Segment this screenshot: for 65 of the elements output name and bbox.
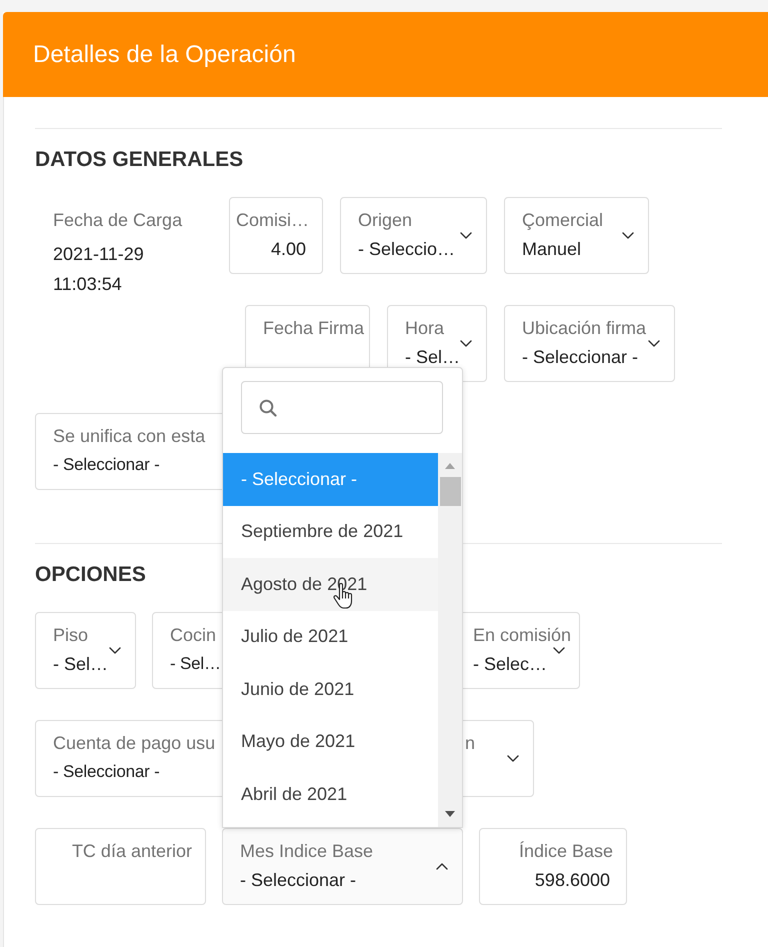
field-value: - Selec… bbox=[473, 653, 548, 675]
field-label: Origen bbox=[358, 209, 412, 231]
dropdown-option[interactable]: Abril de 2021 bbox=[223, 768, 438, 820]
field-value: - Seleccio… bbox=[358, 238, 456, 260]
arrow-down-icon bbox=[445, 811, 455, 817]
field-value: - Seleccionar - bbox=[53, 761, 160, 783]
arrow-up-icon bbox=[445, 463, 455, 469]
field-label: Comisi… bbox=[236, 209, 309, 231]
select-field[interactable]: Se unifica con esta - Seleccionar - bbox=[35, 413, 223, 490]
select-field[interactable]: Mes Indice Base - Seleccionar - bbox=[222, 828, 463, 905]
field-label: Se unifica con esta bbox=[53, 425, 206, 447]
dropdown-option[interactable]: Agosto de 2021 bbox=[223, 558, 438, 610]
field-label: Mes Indice Base bbox=[240, 840, 374, 862]
field-label: En comisión bbox=[473, 624, 572, 646]
chevron-down-icon bbox=[460, 232, 472, 238]
field-label: Hora bbox=[405, 317, 444, 339]
field-value: - Seleccionar - bbox=[240, 869, 356, 891]
select-field[interactable]: Piso - Sel… bbox=[35, 612, 136, 689]
select-field[interactable]: Cocin - Sel… bbox=[152, 612, 223, 689]
search-icon bbox=[259, 398, 277, 416]
scrollbar[interactable] bbox=[438, 453, 462, 827]
field-label: Çomercial bbox=[522, 209, 604, 231]
select-field[interactable]: Cuenta de pago usu - Seleccionar - bbox=[35, 720, 223, 797]
chevron-down-icon bbox=[507, 754, 519, 762]
select-field[interactable]: Çomercial Manuel bbox=[504, 197, 649, 274]
field-value: - Sel… bbox=[405, 346, 460, 368]
dropdown-option[interactable]: Septiembre de 2021 bbox=[223, 506, 438, 558]
section-heading: DATOS GENERALES bbox=[35, 148, 244, 172]
section-heading: OPCIONES bbox=[35, 563, 146, 587]
chevron-down-icon bbox=[109, 646, 121, 654]
select-field[interactable]: En comisión - Selec… bbox=[462, 612, 580, 689]
field-label: n bbox=[465, 732, 476, 754]
number-field[interactable]: Índice Base 598.6000 bbox=[479, 828, 627, 905]
field-label: TC día anterior bbox=[72, 840, 192, 862]
chevron-down-icon bbox=[648, 340, 660, 346]
chevron-down-icon bbox=[622, 232, 634, 238]
select-field[interactable]: Ubicación firma - Seleccionar - bbox=[504, 305, 675, 382]
field-value: - Sel… bbox=[53, 653, 108, 675]
search-field[interactable] bbox=[241, 381, 443, 434]
select-field[interactable]: Origen - Seleccio… bbox=[340, 197, 487, 274]
field-value: 598.6000 bbox=[534, 869, 610, 891]
scrollbar-thumb[interactable] bbox=[440, 477, 460, 506]
dropdown-option[interactable]: Junio de 2021 bbox=[223, 663, 438, 716]
field-label: Cocin bbox=[170, 624, 216, 646]
chevron-up-icon bbox=[436, 862, 448, 870]
select-field[interactable]: n bbox=[462, 720, 534, 797]
field-label: Índice Base bbox=[518, 840, 613, 862]
dropdown-option[interactable]: Mayo de 2021 bbox=[223, 716, 438, 768]
field-value: 2021-11-29 11:03:54 bbox=[53, 243, 145, 296]
field-label: Cuenta de pago usu bbox=[53, 732, 216, 754]
number-field[interactable]: Comisi… 4.00 bbox=[229, 197, 323, 274]
field-value: - Sel… bbox=[170, 653, 221, 675]
field-value: - Seleccionar - bbox=[522, 346, 638, 368]
field-value: 4.00 bbox=[270, 238, 306, 260]
chevron-down-icon bbox=[553, 646, 565, 654]
dropdown-option[interactable]: Julio de 2021 bbox=[223, 610, 438, 663]
field-value: Manuel bbox=[522, 238, 582, 260]
chevron-down-icon bbox=[460, 340, 472, 346]
field-label: Fecha de Carga bbox=[53, 209, 182, 231]
page-title: Detalles de la Operación bbox=[33, 40, 296, 70]
field-label: Ubicación firma bbox=[522, 317, 646, 339]
number-field[interactable]: TC día anterior bbox=[35, 828, 206, 905]
field-value: - Seleccionar - bbox=[53, 454, 160, 476]
field-label: Fecha Firma bbox=[263, 317, 364, 339]
field-label: Piso bbox=[53, 624, 88, 646]
